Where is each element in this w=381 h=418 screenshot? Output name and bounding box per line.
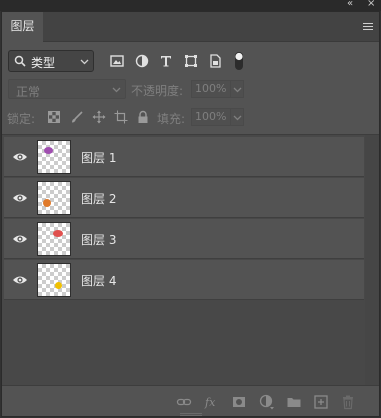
layer-name[interactable]: 图层 4: [81, 272, 116, 289]
lock-transparent-pixels-icon[interactable]: [47, 110, 61, 124]
lock-position-icon[interactable]: [92, 110, 106, 124]
chevron-down-icon: [80, 59, 89, 65]
svg-text:fx: fx: [204, 396, 216, 409]
type-filter-icon[interactable]: [158, 53, 174, 69]
blend-mode-value: 正常: [16, 85, 41, 99]
layer-thumbnail: [37, 140, 71, 174]
lock-all-icon[interactable]: [136, 110, 150, 124]
adjustment-filter-icon[interactable]: [134, 53, 150, 69]
layer-name[interactable]: 图层 1: [81, 149, 116, 166]
filter-kind-label: 类型: [31, 56, 56, 70]
blend-mode-select[interactable]: 正常: [8, 79, 126, 99]
visibility-eye-icon[interactable]: [12, 273, 28, 287]
layer-thumbnail: [37, 181, 71, 215]
filter-kind-select[interactable]: 类型: [8, 50, 94, 72]
lock-row: 锁定: 填充: 100%: [2, 107, 379, 129]
visibility-eye-icon[interactable]: [12, 191, 28, 205]
panel-menu-icon[interactable]: [363, 23, 373, 31]
close-panel-button[interactable]: ×: [367, 0, 375, 10]
fill-dropdown-button[interactable]: [230, 108, 244, 126]
chevron-down-icon: [112, 87, 121, 93]
lock-label: 锁定:: [7, 112, 36, 126]
filter-toggle-icon[interactable]: [232, 51, 246, 71]
layer-name[interactable]: 图层 2: [81, 190, 116, 207]
layers-scrollbar[interactable]: [365, 135, 379, 385]
add-mask-icon[interactable]: [231, 394, 247, 410]
new-adjustment-layer-icon[interactable]: [259, 394, 275, 410]
visibility-eye-icon[interactable]: [12, 150, 28, 164]
layer-name[interactable]: 图层 3: [81, 231, 116, 248]
chevron-down-icon: [233, 115, 242, 121]
layer-thumbnail: [37, 263, 71, 297]
lock-artboard-icon[interactable]: [114, 110, 128, 124]
opacity-input[interactable]: 100%: [191, 80, 231, 98]
layer-style-fx-icon[interactable]: fx: [204, 394, 220, 410]
visibility-eye-icon[interactable]: [12, 232, 28, 246]
layer-row[interactable]: 图层 2: [4, 178, 364, 218]
layer-row[interactable]: 图层 4: [4, 260, 364, 300]
layers-list: 图层 1 图层 2 图层 3 图层 4: [2, 135, 379, 385]
chevron-down-icon: [233, 87, 242, 93]
link-layers-icon[interactable]: [176, 394, 192, 410]
opacity-dropdown-button[interactable]: [230, 80, 244, 98]
tab-layers[interactable]: 图层: [2, 12, 43, 42]
opacity-label: 不透明度:: [131, 84, 184, 98]
shape-filter-icon[interactable]: [183, 53, 199, 69]
collapse-panel-button[interactable]: «: [347, 0, 353, 10]
filter-row: 类型: [2, 48, 379, 74]
fill-label: 填充:: [157, 112, 186, 126]
panel-resize-handle[interactable]: [180, 413, 202, 416]
delete-layer-trash-icon[interactable]: [340, 394, 356, 410]
new-layer-icon[interactable]: [313, 394, 329, 410]
image-filter-icon[interactable]: [109, 53, 125, 69]
layer-row[interactable]: 图层 1: [4, 137, 364, 177]
window-top-bar: « ×: [0, 0, 381, 11]
smart-object-filter-icon[interactable]: [207, 53, 223, 69]
new-group-folder-icon[interactable]: [286, 394, 302, 410]
layer-thumbnail: [37, 222, 71, 256]
layer-row[interactable]: 图层 3: [4, 219, 364, 259]
search-icon: [14, 55, 26, 67]
layers-panel: 图层 类型 正常 不透明度: 100% 锁定: 填充: 100% 图层 1 图层…: [1, 11, 380, 417]
lock-image-pixels-icon[interactable]: [70, 110, 84, 124]
panel-bottom-toolbar: fx: [2, 385, 379, 416]
blend-row: 正常 不透明度: 100%: [2, 79, 379, 101]
panel-tab-bar: 图层: [2, 12, 379, 42]
fill-input[interactable]: 100%: [191, 108, 231, 126]
